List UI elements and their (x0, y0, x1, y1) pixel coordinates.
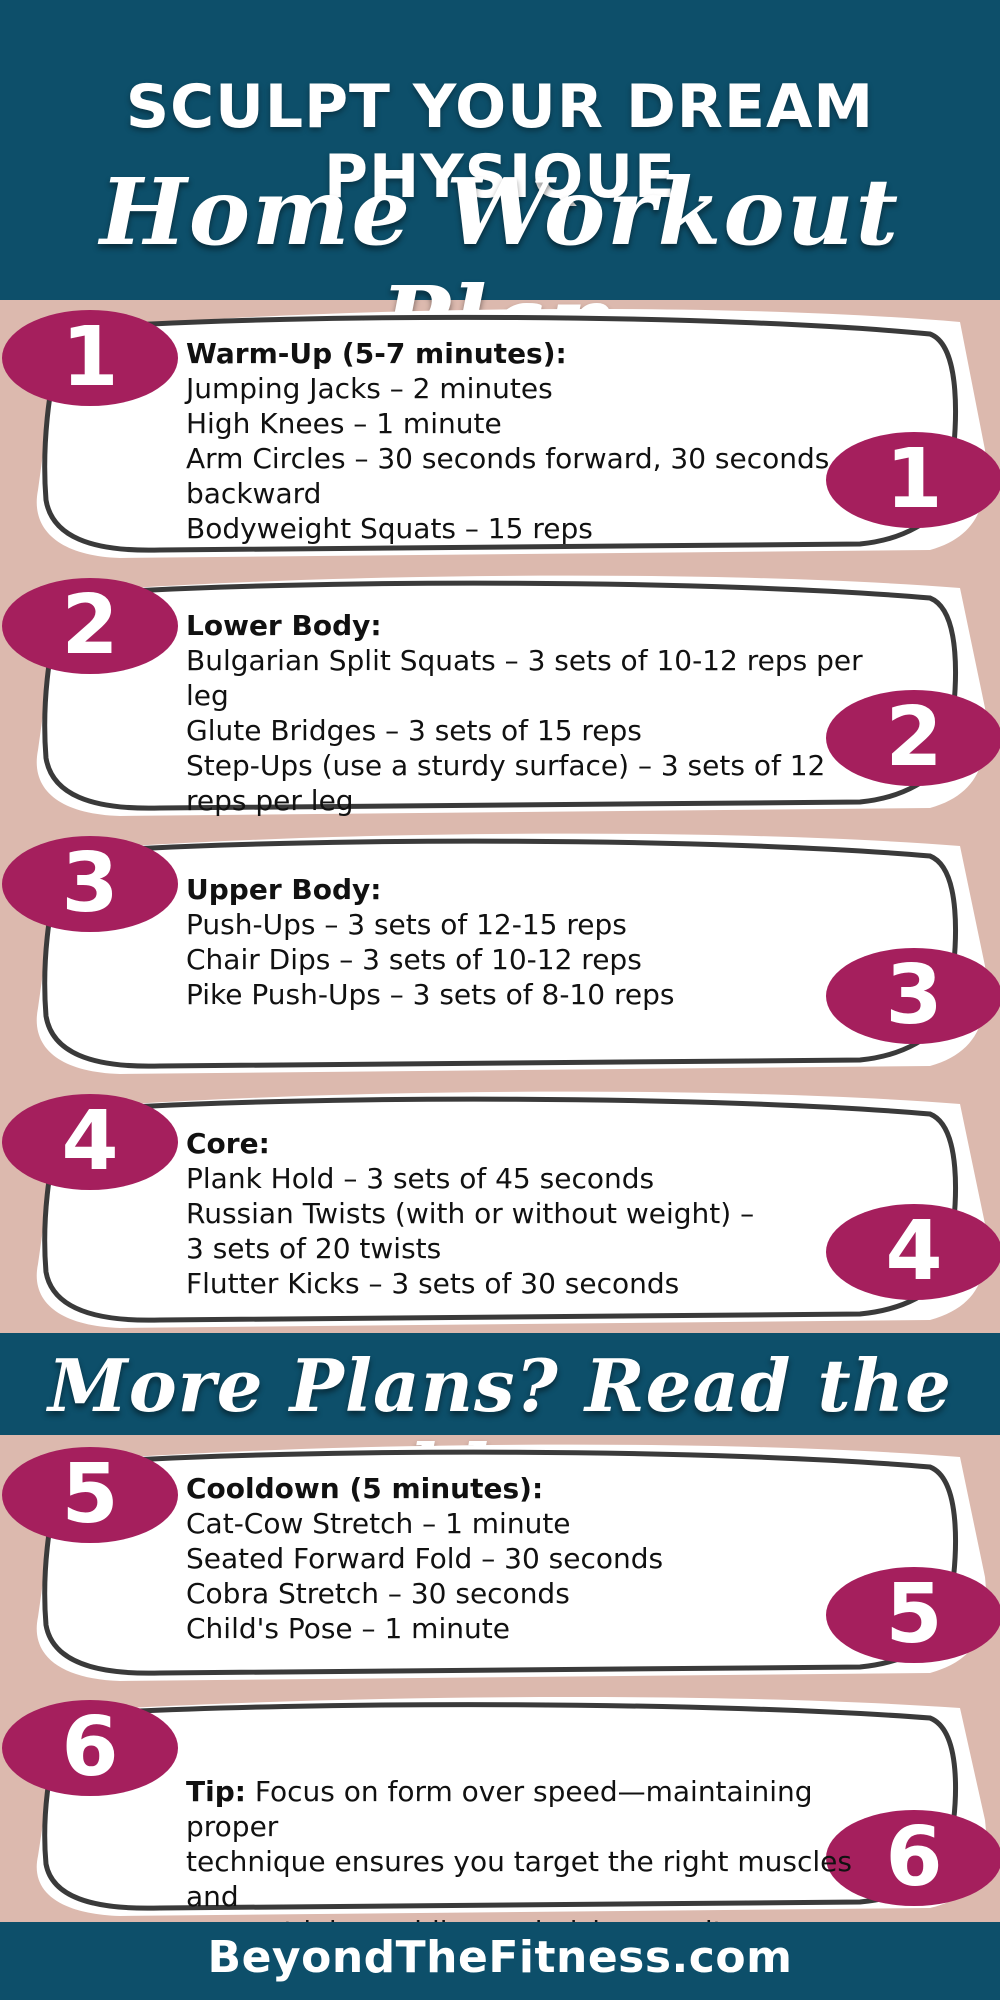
section-content: Warm-Up (5-7 minutes): Jumping Jacks – 2… (186, 336, 906, 546)
section-content: Core: Plank Hold – 3 sets of 45 seconds … (186, 1126, 906, 1301)
section-heading: Upper Body: (186, 873, 382, 906)
exercise-item: Seated Forward Fold – 30 seconds (186, 1542, 664, 1575)
section-number-badge: 5 (2, 1447, 178, 1543)
section-heading: Lower Body: (186, 609, 382, 642)
tip-number-badge: 6 (2, 1700, 178, 1796)
exercise-item: backward (186, 477, 322, 510)
exercise-item: reps per leg (186, 784, 354, 817)
exercise-item: Plank Hold – 3 sets of 45 seconds (186, 1162, 655, 1195)
exercise-item: Jumping Jacks – 2 minutes (186, 372, 553, 405)
section-card-5: 5 5 Cooldown (5 minutes): Cat-Cow Stretc… (0, 1437, 1000, 1685)
section-heading: Cooldown (5 minutes): (186, 1472, 544, 1505)
exercise-item: Chair Dips – 3 sets of 10-12 reps (186, 943, 642, 976)
header-banner: SCULPT YOUR DREAM PHYSIQUE Home Workout … (0, 0, 1000, 374)
section-card-3: 3 3 Upper Body: Push-Ups – 3 sets of 12-… (0, 826, 1000, 1078)
section-heading: Warm-Up (5-7 minutes): (186, 337, 567, 370)
tip-card: 6 6 Tip: Focus on form over speed—mainta… (0, 1690, 1000, 1948)
footer-banner: BeyondTheFitness.com (0, 1922, 1000, 2000)
exercise-item: Arm Circles – 30 seconds forward, 30 sec… (186, 442, 830, 475)
tip-text: technique ensures you target the right m… (186, 1845, 852, 1913)
exercise-item: Push-Ups – 3 sets of 12-15 reps (186, 908, 627, 941)
tip-label: Tip: (186, 1775, 246, 1808)
exercise-item: Bodyweight Squats – 15 reps (186, 512, 593, 545)
tip-text: Focus on form over speed—maintaining pro… (186, 1775, 813, 1843)
exercise-item: Pike Push-Ups – 3 sets of 8-10 reps (186, 978, 675, 1011)
section-card-1: 1 1 Warm-Up (5-7 minutes): Jumping Jacks… (0, 300, 1000, 562)
exercise-item: Bulgarian Split Squats – 3 sets of 10-12… (186, 644, 863, 712)
section-number-badge: 4 (2, 1094, 178, 1190)
section-card-2: 2 2 Lower Body: Bulgarian Split Squats –… (0, 568, 1000, 820)
section-number-badge: 3 (2, 836, 178, 932)
section-content: Lower Body: Bulgarian Split Squats – 3 s… (186, 608, 906, 818)
section-content: Upper Body: Push-Ups – 3 sets of 12-15 r… (186, 872, 906, 1012)
section-heading: Core: (186, 1127, 270, 1160)
exercise-item: Glute Bridges – 3 sets of 15 reps (186, 714, 642, 747)
blog-cta-banner: More Plans? Read the blog (0, 1333, 1000, 1513)
exercise-item: Cat-Cow Stretch – 1 minute (186, 1507, 571, 1540)
exercise-item: 3 sets of 20 twists (186, 1232, 442, 1265)
section-card-4: 4 4 Core: Plank Hold – 3 sets of 45 seco… (0, 1084, 1000, 1332)
section-number-badge: 1 (2, 310, 178, 406)
exercise-item: Russian Twists (with or without weight) … (186, 1197, 755, 1230)
exercise-item: Child's Pose – 1 minute (186, 1612, 510, 1645)
exercise-item: Flutter Kicks – 3 sets of 30 seconds (186, 1267, 680, 1300)
exercise-item: Step-Ups (use a sturdy surface) – 3 sets… (186, 749, 826, 782)
section-number-badge: 2 (2, 578, 178, 674)
footer-site-link[interactable]: BeyondTheFitness.com (0, 1932, 1000, 1983)
section-content: Cooldown (5 minutes): Cat-Cow Stretch – … (186, 1471, 906, 1646)
exercise-item: High Knees – 1 minute (186, 407, 502, 440)
exercise-item: Cobra Stretch – 30 seconds (186, 1577, 570, 1610)
